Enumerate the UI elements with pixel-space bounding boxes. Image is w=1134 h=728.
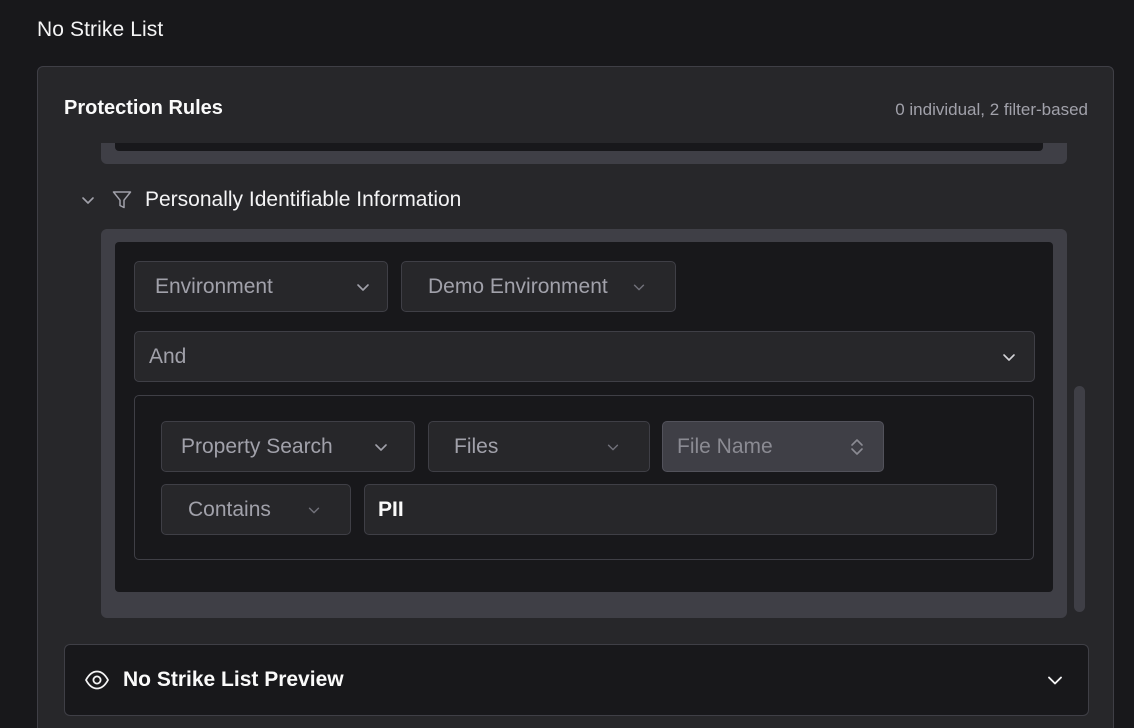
- chevron-down-icon: [1003, 353, 1015, 361]
- preview-title: No Strike List Preview: [123, 668, 344, 691]
- chevron-up-down-icon: [851, 438, 863, 455]
- previous-rule-body: [115, 143, 1043, 151]
- chevron-down-icon: [357, 283, 369, 291]
- property-select[interactable]: File Name: [662, 421, 884, 472]
- scope-value-label: Demo Environment: [428, 274, 608, 298]
- protection-rules-summary: 0 individual, 2 filter-based: [895, 100, 1088, 119]
- filter-icon: [112, 191, 132, 209]
- search-type-select[interactable]: Property Search: [161, 421, 415, 472]
- protection-rules-title: Protection Rules: [64, 97, 223, 119]
- previous-rule-panel: [101, 143, 1067, 164]
- chevron-down-icon: [308, 507, 320, 513]
- preview-section-header[interactable]: No Strike List Preview: [64, 644, 1089, 716]
- comparator-select[interactable]: Contains: [161, 484, 351, 535]
- chevron-down-icon[interactable]: [1044, 669, 1066, 691]
- rule-header[interactable]: Personally Identifiable Information: [79, 185, 461, 215]
- scrollbar-thumb[interactable]: [1074, 386, 1085, 612]
- chevron-down-icon: [607, 444, 619, 450]
- scope-value-select[interactable]: Demo Environment: [401, 261, 676, 312]
- eye-icon: [85, 670, 109, 690]
- operator-label: And: [149, 344, 187, 368]
- search-type-label: Property Search: [181, 434, 333, 458]
- condition-value-input[interactable]: [364, 484, 997, 535]
- chevron-down-icon: [375, 443, 387, 451]
- comparator-label: Contains: [188, 497, 271, 521]
- condition-group: Property Search Files File Name Contains…: [134, 395, 1034, 560]
- page-title: No Strike List: [37, 18, 164, 41]
- rule-panel: Environment Demo Environment And Propert…: [101, 229, 1067, 618]
- object-type-label: Files: [454, 434, 499, 458]
- scope-field-select[interactable]: Environment: [134, 261, 388, 312]
- no-strike-list-page: No Strike List Protection Rules 0 indivi…: [0, 0, 1134, 728]
- chevron-down-icon: [633, 284, 645, 290]
- chevron-down-icon[interactable]: [79, 191, 97, 209]
- operator-select[interactable]: And: [134, 331, 1035, 382]
- property-label: File Name: [677, 434, 773, 458]
- scope-field-label: Environment: [155, 274, 273, 298]
- protection-rules-card: Protection Rules 0 individual, 2 filter-…: [37, 66, 1114, 728]
- object-type-select[interactable]: Files: [428, 421, 650, 472]
- rule-name: Personally Identifiable Information: [145, 188, 462, 211]
- rule-editor: Environment Demo Environment And Propert…: [115, 242, 1053, 592]
